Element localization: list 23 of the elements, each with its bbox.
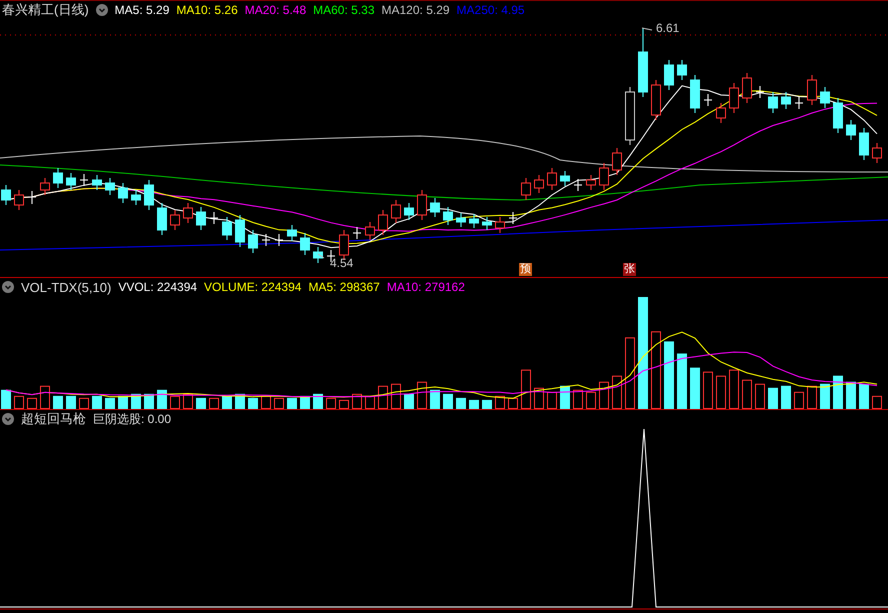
stock-title: 春兴精工(日线)	[2, 1, 89, 19]
signal-marker: 预	[519, 263, 532, 276]
dropdown-icon[interactable]	[2, 413, 14, 425]
indicator-value: MA5: 298367	[308, 280, 380, 294]
leader-line	[318, 254, 324, 258]
indicator-title: 超短回马枪	[21, 410, 86, 428]
indicator-title: VOL-TDX(5,10)	[21, 280, 112, 294]
indicator-value: MA60: 5.33	[313, 3, 374, 17]
dropdown-icon[interactable]	[2, 281, 14, 293]
low-price-label: 4.54	[330, 256, 354, 270]
indicator-value: VVOL: 224394	[118, 280, 198, 294]
indicator-value: VOLUME: 224394	[204, 280, 302, 294]
indicator-value: MA10: 279162	[386, 280, 465, 294]
signal-marker: 张	[623, 263, 636, 276]
indicator-value: MA120: 5.29	[382, 3, 450, 17]
indicator-value: MA5: 5.29	[114, 3, 170, 17]
leader-line	[642, 28, 652, 30]
indicator-value: MA20: 5.48	[244, 3, 306, 17]
high-price-label: 6.61	[656, 21, 680, 35]
indicator-value: MA10: 5.26	[176, 3, 238, 17]
indicator-value: MA250: 4.95	[456, 3, 525, 17]
indicator-value: 巨阴选股: 0.00	[93, 410, 172, 428]
dropdown-icon[interactable]	[96, 4, 108, 16]
